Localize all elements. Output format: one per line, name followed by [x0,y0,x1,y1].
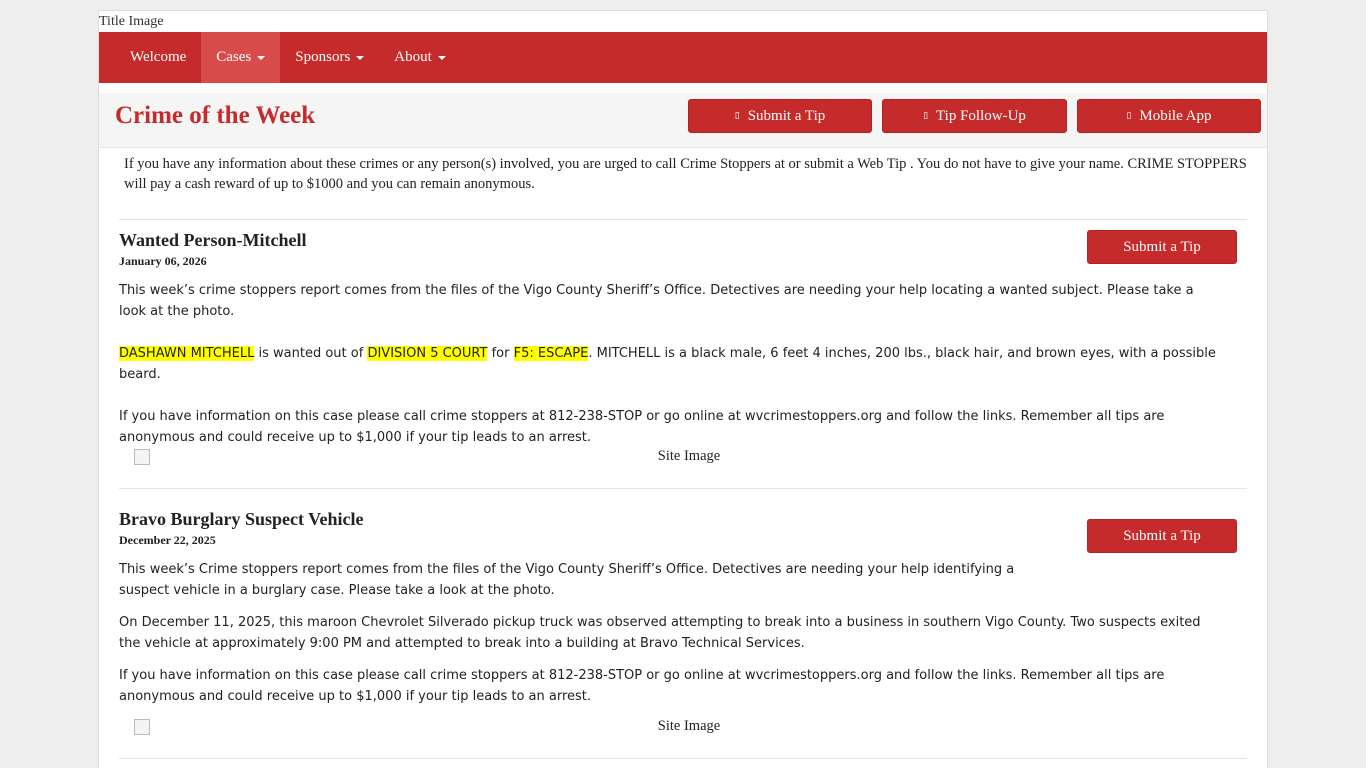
case-submit-tip-button[interactable]: Submit a Tip [1087,519,1237,553]
text-segment: is wanted out of [254,346,368,361]
case-date: January 06, 2026 [119,254,207,268]
suspect-name: DASHAWN MITCHELL [119,346,255,361]
case-title: Bravo Burglary Suspect Vehicle [119,509,364,529]
missing-glyph-icon: ▯ [734,111,740,121]
caret-down-icon [257,55,266,60]
broken-image-icon [134,449,150,465]
court-name: DIVISION 5 COURT [367,346,488,361]
case-submit-tip-button[interactable]: Submit a Tip [1087,230,1237,264]
nav-sponsors-label: Sponsors [295,49,351,65]
nav-about[interactable]: About [379,32,461,83]
case-image-alt: Site Image [657,718,721,734]
title-image-alt: Title Image [99,13,164,29]
case-paragraph: This week’s Crime stoppers report comes … [119,562,1015,598]
divider [119,219,1247,220]
case-title: Wanted Person-Mitchell [119,230,307,250]
tip-followup-button[interactable]: ▯ Tip Follow-Up [882,99,1067,133]
case-date: December 22, 2025 [119,533,216,547]
nav-cases[interactable]: Cases [201,32,281,83]
intro-text: If you have any information about these … [124,156,1247,192]
main-navbar: Welcome Cases Sponsors About [99,32,1267,83]
tip-followup-label: Tip Follow-Up [936,107,1026,124]
case-description: DASHAWN MITCHELL is wanted out of DIVISI… [119,343,1229,385]
nav-sponsors[interactable]: Sponsors [280,32,379,83]
nav-about-label: About [394,49,432,65]
caret-down-icon [437,55,446,60]
caret-down-icon [356,55,365,60]
divider [119,488,1247,489]
case-paragraph: If you have information on this case ple… [119,668,1165,704]
page-container: Title Image Welcome Cases Sponsors About… [98,10,1268,768]
missing-glyph-icon: ▯ [1126,111,1132,121]
missing-glyph-icon: ▯ [923,111,929,121]
nav-welcome-label: Welcome [130,49,187,65]
text-segment: for [487,346,514,361]
title-image[interactable]: Title Image [99,11,1267,32]
nav-welcome[interactable]: Welcome [115,32,201,83]
case-paragraph: This week’s crime stoppers report comes … [119,283,1194,319]
broken-image-icon [134,719,150,735]
nav-cases-label: Cases [216,49,252,65]
case-image-alt: Site Image [657,448,721,464]
mobile-app-label: Mobile App [1139,107,1212,124]
submit-tip-button[interactable]: ▯ Submit a Tip [688,99,872,133]
case-image[interactable]: Site Image [134,718,1244,735]
divider [119,758,1247,759]
case-paragraph: If you have information on this case ple… [119,409,1165,445]
case-paragraph: On December 11, 2025, this maroon Chevro… [119,615,1201,651]
submit-tip-label: Submit a Tip [747,107,826,124]
case-image[interactable]: Site Image [134,448,1244,465]
page-header-bar: Crime of the Week ▯ Submit a Tip ▯ Tip Fol… [99,93,1267,148]
page-title: Crime of the Week [115,102,316,129]
mobile-app-button[interactable]: ▯ Mobile App [1077,99,1261,133]
charge-name: F5: ESCAPE [513,346,589,361]
